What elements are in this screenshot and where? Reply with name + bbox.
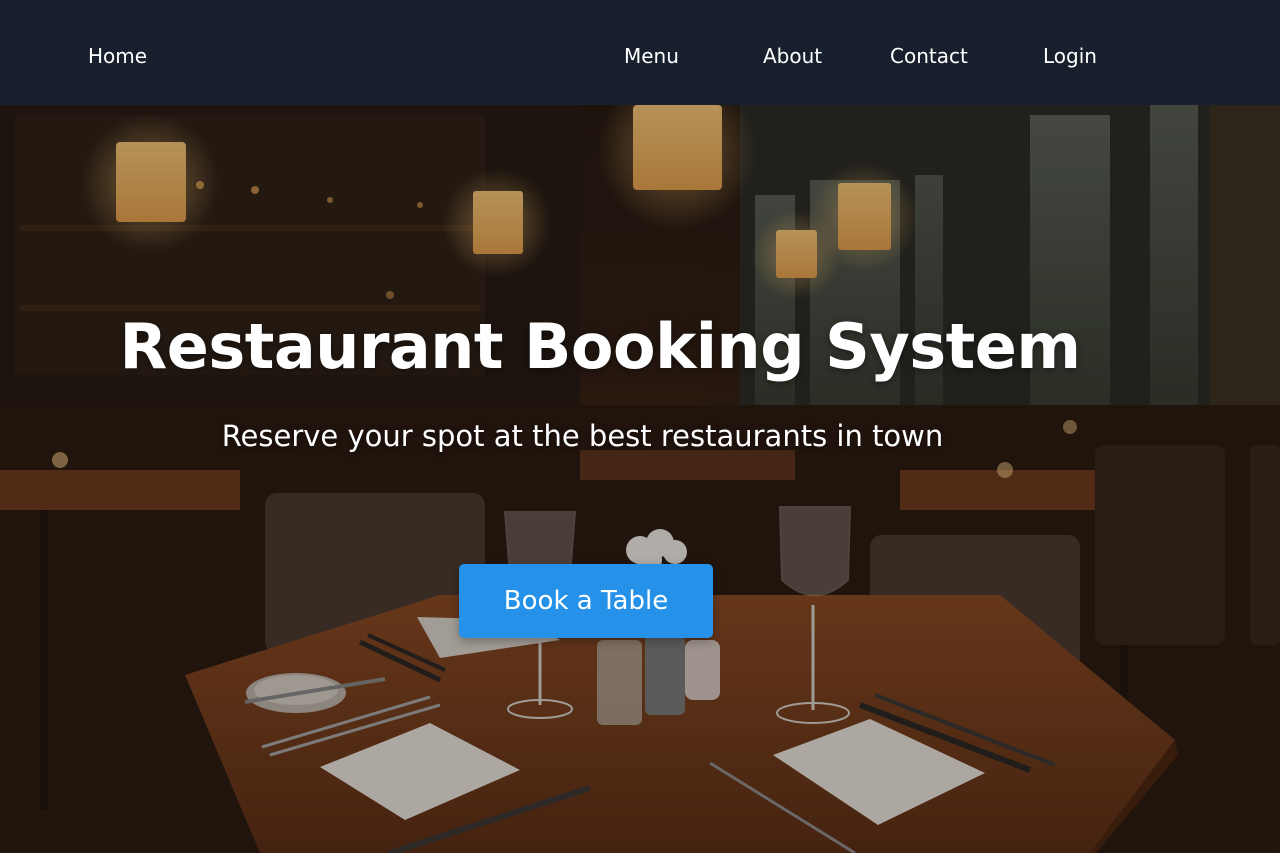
nav-link-contact[interactable]: Contact	[890, 42, 968, 70]
top-navbar: Home Menu About Contact Login	[0, 0, 1280, 105]
hero-dark-overlay	[0, 105, 1280, 853]
nav-link-menu[interactable]: Menu	[624, 42, 679, 70]
nav-link-login[interactable]: Login	[1043, 42, 1097, 70]
book-a-table-button[interactable]: Book a Table	[459, 564, 713, 638]
hero-subtitle: Reserve your spot at the best restaurant…	[221, 419, 944, 453]
nav-link-home[interactable]: Home	[88, 42, 147, 70]
hero-section: Restaurant Booking System Reserve your s…	[0, 105, 1280, 853]
hero-title: Restaurant Booking System	[119, 310, 1081, 383]
nav-link-about[interactable]: About	[763, 42, 822, 70]
